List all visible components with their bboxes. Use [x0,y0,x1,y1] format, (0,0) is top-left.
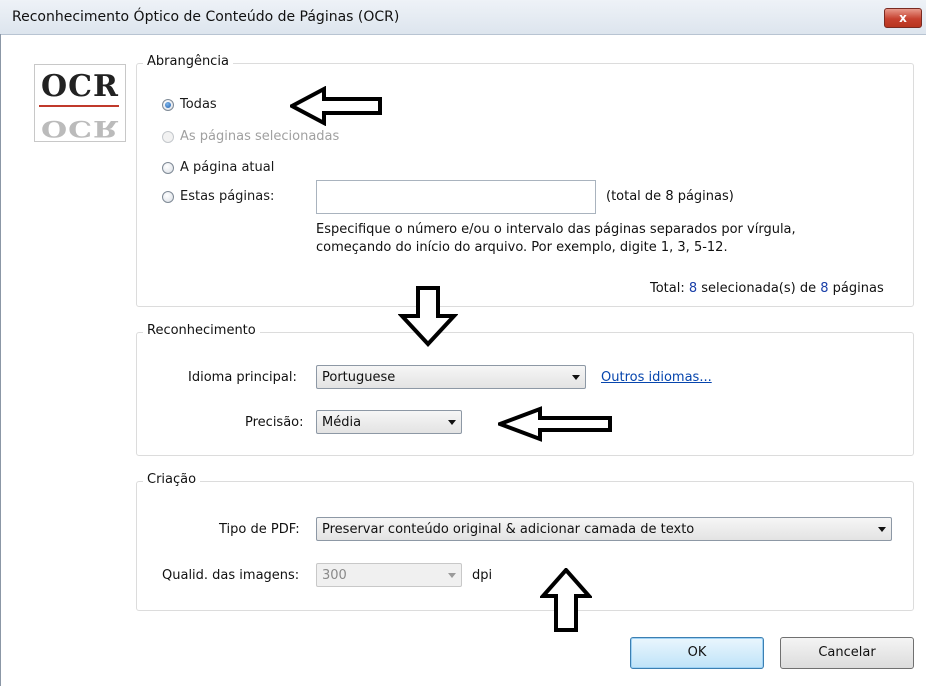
pages-input[interactable] [316,180,596,214]
window-title: Reconhecimento Óptico de Conteúdo de Pág… [12,9,400,25]
total-pages-hint: (total de 8 páginas) [606,189,734,204]
radio-all[interactable]: Todas [162,97,217,112]
radio-these-pages[interactable]: Estas páginas: [162,189,274,204]
language-value: Portuguese [322,369,396,385]
precision-value: Média [322,414,362,430]
radio-all-indicator[interactable] [162,98,174,111]
summary-suffix: páginas [828,281,884,296]
radio-selected-pages-label: As páginas selecionadas [180,129,340,144]
arrow-left-icon [498,406,612,442]
ok-button-label: OK [687,645,707,660]
language-select[interactable]: Portuguese [316,365,586,389]
radio-current-page-indicator[interactable] [162,161,174,174]
creation-group [136,481,914,611]
language-label: Idioma principal: [188,370,297,385]
chevron-down-icon [448,573,456,578]
radio-current-page[interactable]: A página atual [162,160,274,175]
cancel-button[interactable]: Cancelar [780,637,914,669]
arrow-up-icon [540,568,592,632]
close-icon: x [899,11,907,25]
chevron-down-icon [572,375,580,380]
pages-help-line-1: Especifique o número e/ou o intervalo da… [316,222,796,237]
title-bar: Reconhecimento Óptico de Conteúdo de Pág… [0,0,926,35]
close-button[interactable]: x [884,8,922,28]
creation-legend: Criação [143,472,201,487]
recognition-legend: Reconhecimento [143,323,260,338]
pdf-type-value: Preservar conteúdo original & adicionar … [322,521,695,537]
ocr-logo-text: OCR [41,69,119,104]
radio-selected-pages: As páginas selecionadas [162,129,339,144]
ok-button[interactable]: OK [630,637,764,669]
radio-selected-pages-indicator [162,130,174,143]
radio-all-label: Todas [180,97,217,112]
image-quality-unit: dpi [472,568,493,583]
pdf-type-label: Tipo de PDF: [219,522,300,537]
arrow-left-icon [290,86,382,126]
summary-middle: selecionada(s) de [697,281,821,296]
image-quality-label: Qualid. das imagens: [162,568,300,583]
radio-these-pages-label: Estas páginas: [180,189,275,204]
scope-legend: Abrangência [143,54,233,69]
arrow-down-icon [398,286,458,347]
precision-label: Precisão: [245,415,304,430]
other-languages-link[interactable]: Outros idiomas... [601,370,712,385]
chevron-down-icon [878,527,886,532]
pages-summary: Total: 8 selecionada(s) de 8 páginas [650,281,884,296]
summary-total-count: 8 [820,281,829,296]
ocr-logo-reflection: OCR [41,114,119,141]
radio-these-pages-indicator[interactable] [162,190,174,203]
summary-selected-count: 8 [688,281,698,296]
cancel-button-label: Cancelar [818,645,876,660]
ocr-logo-scanline [39,105,119,107]
radio-current-page-label: A página atual [180,160,275,175]
pages-help-line-2: começando do início do arquivo. Por exem… [316,240,728,255]
window-border [0,34,1,686]
pdf-type-select[interactable]: Preservar conteúdo original & adicionar … [316,517,892,541]
image-quality-select: 300 [316,563,462,587]
summary-prefix: Total: [650,281,689,296]
image-quality-value: 300 [322,567,347,583]
ocr-logo: OCR OCR [34,64,126,142]
chevron-down-icon [448,420,456,425]
precision-select[interactable]: Média [316,410,462,434]
